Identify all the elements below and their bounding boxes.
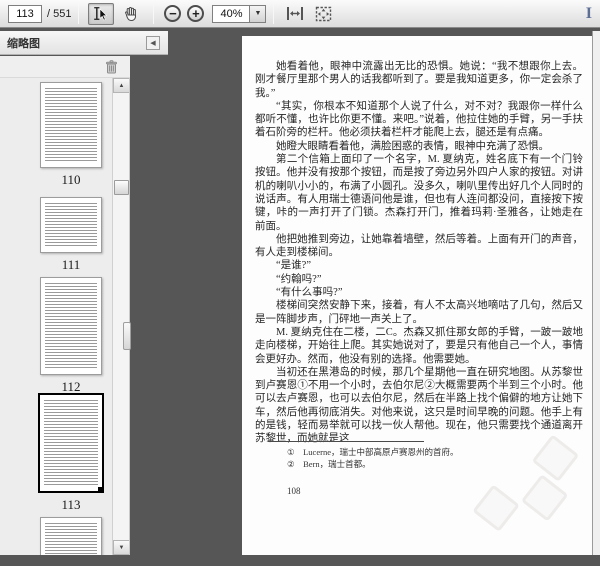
- thumbnail-item[interactable]: 110: [40, 82, 102, 188]
- paragraph: 她看着他，眼神中流露出无比的恐惧。她说：“我不想跟你上去。刚才餐厅里那个男人的话…: [255, 61, 583, 99]
- fit-width-button[interactable]: [283, 3, 307, 25]
- hand-tool-button[interactable]: [118, 3, 144, 25]
- arrow-up-icon: ▲: [118, 82, 125, 89]
- panel-splitter[interactable]: [129, 78, 130, 555]
- plus-icon: +: [192, 5, 200, 21]
- page-number: 108: [287, 486, 301, 496]
- thumbnail-item[interactable]: [40, 517, 102, 555]
- footnote-separator: [268, 441, 424, 442]
- scroll-up-button[interactable]: ▲: [113, 78, 130, 93]
- text-tool-icon[interactable]: I: [582, 5, 596, 23]
- select-tool-button[interactable]: [88, 2, 115, 25]
- chevron-down-icon: ▼: [254, 10, 262, 17]
- splitter-handle[interactable]: [123, 322, 131, 350]
- delete-thumbnail-button[interactable]: [105, 60, 118, 74]
- thumbnail-item[interactable]: 112: [40, 277, 102, 395]
- thumbnail-page-label: 113: [61, 497, 81, 512]
- toolbar-separator: [273, 3, 275, 24]
- thumbnail-page-label: 111: [61, 257, 81, 272]
- thumbnails-panel: 110 111 112 113: [0, 78, 130, 555]
- collapse-panel-button[interactable]: ◀: [146, 36, 160, 50]
- fit-page-icon: [315, 6, 332, 21]
- thumbnails-toolbar: [0, 56, 130, 78]
- paragraph: 第二个信箱上面印了一个名字，M. 夏纳克，姓名底下有一个门铃按钮。他并没有按那个…: [255, 154, 583, 232]
- thumbnail-item[interactable]: 111: [40, 197, 102, 273]
- thumbnail-page: [40, 82, 102, 168]
- paragraph: 她瞪大眼睛看着他，满脸困惑的表情，眼神中充满了恐惧。: [276, 140, 549, 152]
- dialog-line: “约翰吗?”: [276, 273, 322, 285]
- paragraph: 楼梯间突然安静下来，接着，有人不太高兴地嘀咕了几句，然后又是一阵脚步声，门砰地一…: [255, 300, 583, 325]
- thumbnails-panel-header: 缩略图 ◀: [0, 31, 168, 55]
- thumbnail-page: [40, 277, 102, 375]
- thumbnail-page: [40, 197, 102, 253]
- dialog-line: “是谁?”: [276, 260, 311, 272]
- paragraph: “其实，你根本不知道那个人说了什么，对不对？我跟你一样什么都听不懂，也许比你更不…: [255, 100, 583, 139]
- sidebar-scrollbar[interactable]: ▲ ▼: [112, 78, 130, 555]
- zoom-dropdown-button[interactable]: ▼: [250, 4, 267, 23]
- thumbnail-page: [40, 517, 102, 555]
- dialog-line: “有什么事吗?”: [276, 287, 343, 299]
- toolbar-separator: [153, 3, 155, 24]
- zoom-out-button[interactable]: −: [164, 5, 182, 22]
- thumbnail-page-label: 110: [61, 172, 81, 187]
- thumbnails-panel-title: 缩略图: [7, 37, 40, 50]
- arrow-down-icon: ▼: [118, 544, 125, 551]
- thumbnail-item-selected[interactable]: 113: [38, 393, 104, 513]
- main-scrollbar-track[interactable]: [592, 31, 600, 555]
- paragraph: M. 夏纳克住在二楼，二C。杰森又抓住那女郎的手臂，一跛一跛地走向楼梯，开始往上…: [255, 326, 583, 365]
- minus-icon: −: [169, 5, 177, 21]
- fit-page-button[interactable]: [311, 3, 335, 25]
- selection-handle[interactable]: [98, 487, 104, 493]
- toolbar-separator: [78, 3, 80, 24]
- trash-icon: [106, 60, 117, 74]
- scroll-down-button[interactable]: ▼: [113, 540, 130, 555]
- chevron-left-icon: ◀: [150, 40, 156, 47]
- fit-width-icon: [287, 7, 304, 20]
- select-tool-icon: [94, 6, 108, 20]
- scrollbar-thumb[interactable]: [114, 180, 129, 195]
- hand-tool-icon: [125, 6, 137, 21]
- thumbnail-page: [38, 393, 104, 493]
- zoom-in-button[interactable]: +: [187, 5, 205, 22]
- main-toolbar: / 551 − + 40% ▼: [0, 0, 600, 28]
- paragraph: 他把她推到旁边，让她靠着墙壁，然后等着。上面有开门的声音，有人走到楼梯间。: [255, 233, 583, 259]
- zoom-level-box[interactable]: 40%: [212, 4, 251, 23]
- page-body-text: 她看着他，眼神中流露出无比的恐惧。她说：“我不想跟你上去。刚才餐厅里那个男人的话…: [255, 60, 583, 446]
- page-number-input[interactable]: [8, 4, 42, 23]
- document-page: 她看着他，眼神中流露出无比的恐惧。她说：“我不想跟你上去。刚才餐厅里那个男人的话…: [242, 36, 592, 555]
- page-total-label: / 551: [47, 7, 72, 20]
